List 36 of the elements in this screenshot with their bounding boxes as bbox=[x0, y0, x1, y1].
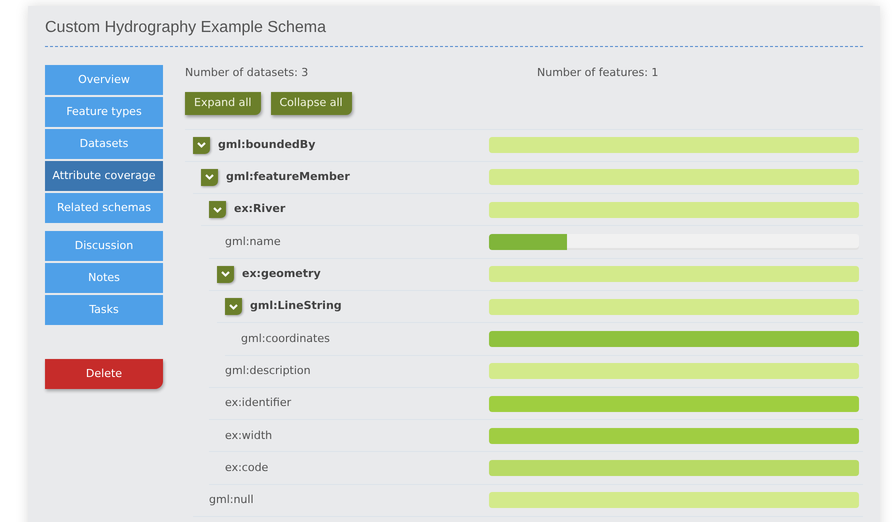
element-name: gml:featureMember bbox=[226, 169, 350, 186]
nav-item[interactable]: Tasks bbox=[45, 295, 163, 325]
page-title: Custom Hydrography Example Schema bbox=[45, 18, 328, 38]
element-name: ex:code bbox=[225, 460, 268, 476]
chevron-down-icon bbox=[229, 304, 238, 310]
element-name: gml:description bbox=[225, 362, 311, 379]
nav-item[interactable]: Datasets bbox=[45, 129, 163, 159]
nav-item[interactable]: Overview bbox=[45, 65, 163, 95]
collapse-toggle[interactable] bbox=[209, 201, 226, 218]
element-name: gml:null bbox=[209, 492, 254, 508]
nav-item[interactable]: Notes bbox=[45, 263, 163, 293]
tree-action-button[interactable]: Collapse all bbox=[270, 92, 352, 114]
collapse-toggle[interactable] bbox=[217, 266, 234, 283]
chevron-down-icon bbox=[221, 271, 230, 278]
chevron-down-icon bbox=[197, 142, 206, 148]
delete-button[interactable]: Delete bbox=[45, 359, 163, 389]
element-name: gml:name bbox=[225, 234, 281, 250]
nav-item[interactable]: Discussion bbox=[45, 231, 163, 261]
element-name: ex:width bbox=[225, 428, 272, 444]
tree-action-button[interactable]: Expand all bbox=[185, 92, 260, 114]
nav-item[interactable]: Attribute coverage bbox=[45, 161, 163, 191]
element-name: ex:identifier bbox=[225, 395, 292, 412]
chevron-down-icon bbox=[205, 174, 214, 180]
element-name: gml:boundedBy bbox=[218, 136, 316, 153]
collapse-toggle[interactable] bbox=[201, 168, 218, 186]
nav-item[interactable]: Related schemas bbox=[45, 193, 163, 223]
nav-item[interactable]: Feature types bbox=[45, 97, 163, 127]
features-count: Number of features: 1 bbox=[537, 65, 658, 81]
element-name: gml:LineString bbox=[250, 298, 342, 314]
datasets-count: Number of datasets: 3 bbox=[185, 65, 310, 81]
collapse-toggle[interactable] bbox=[193, 136, 210, 154]
element-name: gml:coordinates bbox=[241, 330, 330, 347]
element-name: ex:geometry bbox=[242, 266, 321, 282]
collapse-toggle[interactable] bbox=[225, 298, 242, 316]
element-name: ex:River bbox=[234, 201, 286, 218]
chevron-down-icon bbox=[213, 206, 222, 213]
